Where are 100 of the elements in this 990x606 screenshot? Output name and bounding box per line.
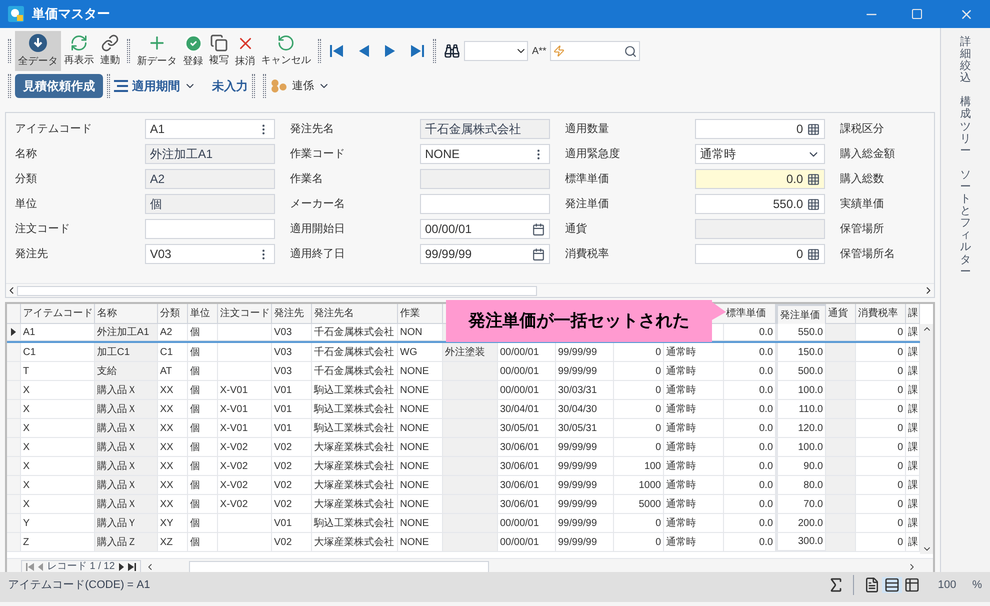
table-cell: 大塚産業株式会社: [312, 438, 398, 457]
callout: 発注単価が一括セットされた: [446, 300, 712, 342]
table-cell: 0.0: [724, 533, 776, 552]
keypad-icon[interactable]: [807, 248, 820, 260]
input-field[interactable]: 外注加工A1: [145, 144, 275, 164]
previous-icon[interactable]: [38, 562, 43, 570]
table-cell: 00/00/01: [498, 533, 556, 552]
table-cell: 30/06/01: [498, 495, 556, 514]
calendar-icon[interactable]: [532, 222, 545, 236]
table-row[interactable]: Z 購入品Ｚ XZ 個 V02 大塚産業株式会社 NONE 00/00/01 99/99/99 0 通常時 0.0 300.0 0 課: [7, 533, 920, 552]
table-cell: V03: [272, 324, 312, 341]
link-dropdown[interactable]: 連係: [270, 78, 330, 94]
table-row[interactable]: X 購入品Ｘ XX 個 X-V02 V02 大塚産業株式会社 NONE 30/06/01 99/99/99 100 通常時 0.0 90.0 0 課: [7, 457, 920, 476]
toolbar-button[interactable]: 連動: [97, 31, 123, 71]
table-cell: XX: [158, 381, 188, 400]
table-row[interactable]: X 購入品Ｘ XX 個 X-V01 V01 駒込工業株式会社 NONE 00/00/01 30/03/31 0 通常時 0.0 100.0 0 課: [7, 381, 920, 400]
input-field[interactable]: [420, 194, 550, 214]
side-tab[interactable]: 構成ツリー: [960, 96, 971, 157]
horizontal-scrollbar[interactable]: [6, 283, 934, 297]
calendar-icon[interactable]: [532, 248, 545, 260]
table-row[interactable]: X 購入品Ｘ XX 個 X-V01 V01 駒込工業株式会社 NONE 30/05/01 30/05/31 0 通常時 0.0 120.0 0 課: [7, 419, 920, 438]
table-row[interactable]: T 支給 AT 個 V03 千石金属株式会社 NONE 00/00/01 99/99/99 0 通常時 0.0 500.0 0 課: [7, 362, 920, 381]
input-field[interactable]: 個: [145, 194, 275, 214]
column-header[interactable]: 課: [906, 304, 920, 324]
side-tab[interactable]: 詳細絞込: [960, 36, 971, 84]
side-tab[interactable]: ソートとフィルター: [960, 168, 971, 278]
maximize-icon[interactable]: [911, 8, 923, 20]
input-field[interactable]: 0: [695, 119, 825, 139]
last-icon[interactable]: [128, 562, 136, 570]
input-field[interactable]: 550.0: [695, 194, 825, 214]
toolbar-button[interactable]: 新データ: [134, 31, 180, 71]
toolbar-button[interactable]: キャンセル: [258, 31, 314, 71]
field-label: 保管場所名: [840, 246, 896, 262]
toolbar-button[interactable]: 全データ: [15, 31, 61, 71]
table-cell: 購入品Ｘ: [95, 476, 158, 495]
table-row[interactable]: X 購入品Ｘ XX 個 X-V02 V02 大塚産業株式会社 NONE 30/06/01 99/99/99 1000 通常時 0.0 80.0 0 課: [7, 476, 920, 495]
toolbar-button[interactable]: 複写: [206, 31, 232, 71]
column-header[interactable]: 作業: [398, 304, 443, 324]
column-header[interactable]: 標準単価: [724, 304, 776, 324]
column-header[interactable]: 発注単価: [776, 304, 826, 324]
keypad-icon[interactable]: [807, 122, 820, 136]
input-field[interactable]: [695, 219, 825, 239]
scrollbar-thumb[interactable]: [188, 560, 489, 572]
column-header[interactable]: 発注先名: [312, 304, 398, 324]
table-cell: 駒込工業株式会社: [312, 381, 398, 400]
table-cell: V01: [272, 400, 312, 419]
field-label: 消費税率: [565, 246, 610, 262]
input-field[interactable]: A1: [145, 119, 275, 139]
create-quote-request-button[interactable]: 見積依頼作成: [15, 74, 103, 98]
input-field[interactable]: 0: [695, 244, 825, 264]
form-view-icon[interactable]: [882, 577, 902, 593]
table-cell: V02: [272, 476, 312, 495]
input-field[interactable]: V03: [145, 244, 275, 264]
table-cell: 30/03/31: [556, 381, 614, 400]
period-dropdown[interactable]: 適用期間: [114, 77, 196, 95]
next-icon[interactable]: [118, 562, 124, 570]
table-cell: V03: [272, 362, 312, 381]
input-field[interactable]: 千石金属株式会社: [420, 119, 550, 139]
table-cell: 99/99/99: [556, 514, 614, 533]
dropdown[interactable]: 通常時: [695, 144, 825, 164]
column-header[interactable]: アイテムコード: [21, 304, 95, 324]
table-cell: 99/99/99: [556, 495, 614, 514]
table-row[interactable]: X 購入品Ｘ XX 個 X-V01 V01 駒込工業株式会社 NONE 30/04/01 30/04/30 0 通常時 0.0 110.0 0 課: [7, 400, 920, 419]
input-field[interactable]: [145, 219, 275, 239]
table-cell: 購入品Ｘ: [95, 495, 158, 514]
field-label: 適用終了日: [290, 246, 346, 262]
input-field[interactable]: [420, 169, 550, 189]
column-header[interactable]: 単位: [188, 304, 218, 324]
row-header[interactable]: [7, 324, 21, 341]
table-cell: 00/00/01: [498, 381, 556, 400]
missing-input-link[interactable]: 未入力: [212, 77, 248, 95]
search-field[interactable]: [550, 41, 640, 61]
column-header[interactable]: 注文コード: [218, 304, 272, 324]
input-field[interactable]: NONE: [420, 144, 550, 164]
search-icon: [624, 44, 638, 58]
table-cell: 100: [614, 457, 664, 476]
table-row[interactable]: X 購入品Ｘ XX 個 X-V02 V02 大塚産業株式会社 NONE 30/06/01 99/99/99 5000 通常時 0.0 70.0 0 課: [7, 495, 920, 514]
column-header[interactable]: 消費税率: [856, 304, 906, 324]
toolbar-button[interactable]: 登録: [180, 31, 206, 71]
table-row[interactable]: X 購入品Ｘ XX 個 X-V02 V02 大塚産業株式会社 NONE 30/06/01 99/99/99 0 通常時 0.0 100.0 0 課: [7, 438, 920, 457]
toolbar-button[interactable]: 再表示: [61, 31, 97, 71]
table-row[interactable]: Y 購入品Ｙ XY 個 V01 駒込工業株式会社 NONE 00/00/01 99/99/99 0 通常時 0.0 200.0 0 課: [7, 514, 920, 533]
vertical-scrollbar[interactable]: [920, 324, 933, 554]
table-cell: 個: [188, 381, 218, 400]
record-count: レコード 1 / 12: [47, 560, 115, 574]
table-cell: 0.0: [724, 419, 776, 438]
table-cell: 0: [856, 419, 906, 438]
column-header[interactable]: 発注先: [272, 304, 312, 324]
field-label: 標準単価: [565, 172, 610, 187]
input-field[interactable]: 00/00/01: [420, 219, 550, 239]
input-field[interactable]: A2: [145, 169, 275, 189]
first-icon[interactable]: [26, 562, 34, 570]
keypad-icon[interactable]: [807, 172, 820, 186]
toolbar-button[interactable]: 抹消: [232, 31, 258, 71]
keypad-icon[interactable]: [807, 198, 820, 210]
binoculars-icon[interactable]: [444, 43, 460, 59]
status-text: アイテムコード(CODE) = A1: [8, 578, 150, 593]
input-field[interactable]: 0.0: [695, 169, 825, 189]
column-header[interactable]: 分類: [158, 304, 188, 324]
input-field[interactable]: 99/99/99: [420, 244, 550, 264]
